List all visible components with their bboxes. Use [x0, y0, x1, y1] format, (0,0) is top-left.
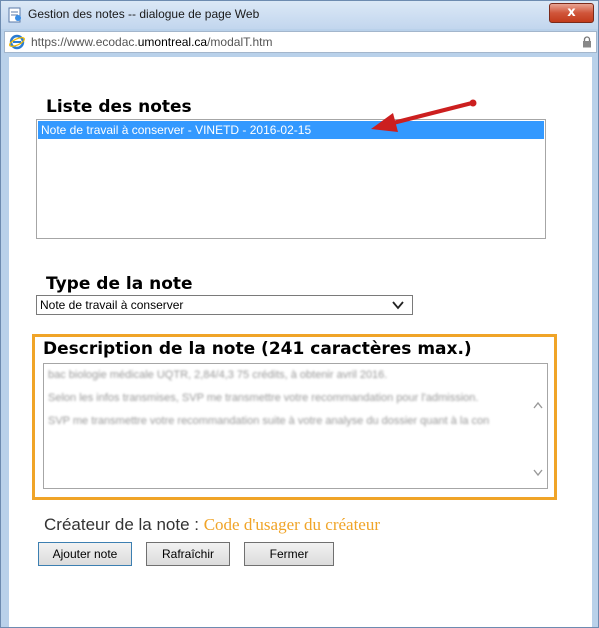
red-arrow-annotation [371, 99, 477, 132]
close-button[interactable]: Fermer [244, 542, 334, 566]
description-textarea[interactable]: bac biologie médicale UQTR, 2,84/4,3 75 … [43, 363, 548, 489]
chevron-down-icon[interactable] [392, 299, 404, 311]
note-type-selected-value: Note de travail à conserver [40, 298, 184, 312]
description-text: bac biologie médicale UQTR, 2,84/4,3 75 … [48, 369, 490, 427]
description-title: Description de la note (241 caractères m… [43, 339, 472, 359]
title-bar[interactable]: Gestion des notes -- dialogue de page We… [1, 1, 598, 29]
page-icon [8, 7, 21, 23]
scroll-up-icon[interactable] [532, 400, 544, 412]
scroll-down-icon[interactable] [532, 466, 544, 478]
url-text: https://www.ecodac.umontreal.ca/modalT.h… [31, 35, 273, 49]
dialog-content: Liste des notes Note de travail à conser… [9, 57, 592, 627]
creator-value: Code d'usager du créateur [203, 515, 381, 534]
internet-explorer-icon [9, 34, 25, 50]
description-highlight-frame: Description de la note (241 caractères m… [32, 334, 557, 500]
note-type-title: Type de la note [46, 274, 193, 294]
note-type-select[interactable]: Note de travail à conserver [36, 295, 413, 315]
add-note-button[interactable]: Ajouter note [38, 542, 132, 566]
dialog-window: Gestion des notes -- dialogue de page We… [0, 0, 599, 628]
refresh-button[interactable]: Rafraîchir [146, 542, 230, 566]
window-title: Gestion des notes -- dialogue de page We… [28, 7, 260, 21]
address-bar[interactable]: https://www.ecodac.umontreal.ca/modalT.h… [4, 31, 597, 53]
notes-list-title: Liste des notes [46, 97, 192, 117]
creator-line: Créateur de la note : Code d'usager du c… [44, 515, 380, 535]
creator-label: Créateur de la note : [44, 515, 199, 534]
close-window-button[interactable]: x [549, 3, 594, 23]
lock-icon [583, 36, 591, 48]
